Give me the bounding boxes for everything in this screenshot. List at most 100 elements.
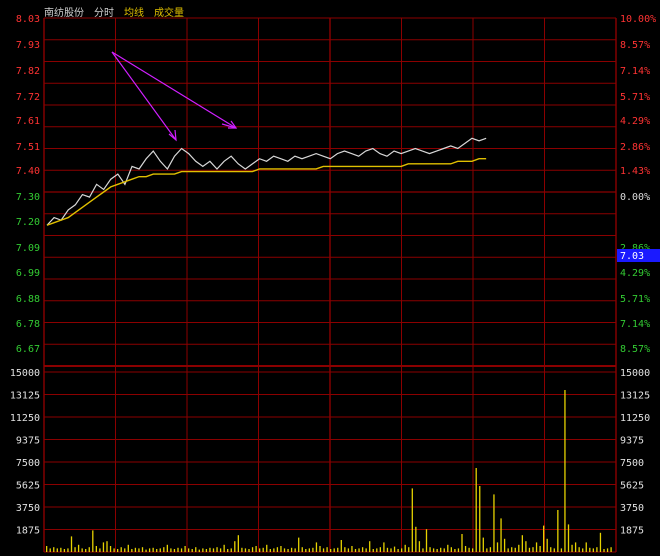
- volume-bar: [120, 547, 122, 552]
- legend-average-line: 均线: [124, 8, 144, 19]
- volume-tick-label-left: 5625: [16, 481, 40, 492]
- volume-bar: [102, 542, 105, 552]
- price-tick-label: 7.72: [16, 92, 40, 103]
- volume-bar: [482, 537, 484, 552]
- volume-bar: [113, 548, 115, 552]
- percent-tick-label: 4.29%: [620, 268, 650, 279]
- annotation-arrow-2: [111, 51, 237, 129]
- volume-bar: [376, 548, 378, 552]
- volume-bar: [603, 549, 605, 552]
- volume-bar: [440, 547, 442, 552]
- volume-bar: [596, 547, 598, 552]
- volume-bar: [159, 548, 161, 552]
- volume-bar: [592, 548, 594, 552]
- chart-header: 南纺股份 分时 均线 成交量: [44, 4, 184, 19]
- volume-bar: [46, 546, 48, 552]
- volume-bar: [195, 547, 197, 552]
- volume-bar: [262, 547, 264, 552]
- volume-bar: [464, 546, 467, 552]
- volume-bar: [308, 548, 310, 552]
- volume-bar: [244, 548, 247, 552]
- volume-tick-label-right: 1875: [620, 526, 644, 537]
- percent-tick-label: 8.57%: [620, 40, 650, 51]
- percent-tick-label: 0.00%: [620, 192, 650, 203]
- volume-bar: [457, 548, 460, 552]
- volume-bar: [422, 548, 424, 552]
- volume-bar: [557, 510, 559, 552]
- volume-bar: [319, 546, 321, 552]
- percent-tick-label: 7.14%: [620, 319, 650, 330]
- volume-bar: [70, 536, 73, 552]
- volume-bar: [209, 547, 211, 552]
- volume-bar: [589, 547, 591, 552]
- volume-bar: [361, 547, 364, 552]
- volume-bar: [124, 548, 126, 552]
- price-tick-label: 7.61: [16, 116, 40, 127]
- volume-bar: [521, 535, 523, 552]
- volume-bar: [390, 548, 392, 552]
- volume-bar: [404, 544, 406, 552]
- volume-bar: [188, 548, 190, 552]
- percent-tick-label: 2.86%: [620, 142, 650, 153]
- volume-bar: [237, 535, 239, 552]
- volume-bar: [131, 549, 133, 552]
- volume-bar: [230, 548, 232, 552]
- volume-bar: [567, 524, 570, 552]
- volume-tick-label-right: 13125: [620, 391, 650, 402]
- volume-tick-label-left: 11250: [10, 413, 40, 424]
- tab-time-sharing[interactable]: 分时: [94, 4, 114, 19]
- volume-bar: [95, 546, 97, 552]
- volume-bar: [205, 549, 208, 552]
- volume-bar: [393, 546, 396, 552]
- volume-bar: [397, 549, 399, 552]
- volume-bar: [202, 548, 204, 552]
- volume-bar: [315, 542, 318, 552]
- percent-tick-label: 7.14%: [620, 66, 650, 77]
- volume-bar: [85, 549, 87, 552]
- price-tick-label: 6.99: [16, 268, 40, 279]
- volume-bar: [468, 547, 470, 552]
- volume-bar: [67, 548, 69, 552]
- volume-bar: [53, 547, 55, 552]
- volume-bar: [543, 525, 545, 552]
- volume-bar: [141, 547, 144, 552]
- volume-bar: [411, 488, 413, 552]
- volume-bar: [301, 547, 303, 552]
- volume-bar: [425, 529, 428, 552]
- volume-bar: [610, 547, 612, 552]
- price-tick-label: 7.09: [16, 243, 40, 254]
- volume-bar: [180, 548, 183, 552]
- volume-tick-label-right: 11250: [620, 413, 650, 424]
- volume-bar: [63, 549, 66, 552]
- volume-bar: [251, 547, 254, 552]
- volume-bar: [184, 546, 186, 552]
- intraday-chart[interactable]: 8.03 7.93 7.82 7.72 7.61 7.51 7.40 7.30 7.20 7.09…: [0, 0, 660, 556]
- volume-bar: [358, 548, 360, 552]
- volume-bar: [266, 544, 268, 552]
- volume-bar: [227, 549, 229, 552]
- percent-tick-label: 5.71%: [620, 294, 650, 305]
- volume-tick-label-right: 9375: [620, 436, 644, 447]
- current-price-value: 7.03: [620, 251, 644, 262]
- volume-bar: [461, 534, 463, 552]
- volume-bar: [383, 542, 385, 552]
- volume-bar: [269, 549, 271, 552]
- volume-bar: [599, 532, 602, 552]
- volume-bar: [219, 548, 222, 552]
- volume-bar: [273, 548, 275, 552]
- price-tick-label: 6.88: [16, 294, 40, 305]
- volume-bar: [163, 547, 165, 552]
- volume-tick-label-right: 3750: [620, 503, 644, 514]
- volume-bar: [372, 549, 374, 552]
- price-tick-label: 7.20: [16, 217, 40, 228]
- volume-bar: [347, 548, 350, 552]
- volume-bar: [326, 547, 328, 552]
- volume-bar: [500, 518, 502, 552]
- volume-bar: [198, 549, 200, 552]
- volume-bar: [298, 537, 300, 552]
- volume-bar: [369, 541, 371, 552]
- volume-bar: [283, 548, 286, 552]
- volume-tick-label-left: 9375: [16, 436, 40, 447]
- volume-bar: [525, 541, 527, 552]
- volume-bar: [74, 547, 76, 552]
